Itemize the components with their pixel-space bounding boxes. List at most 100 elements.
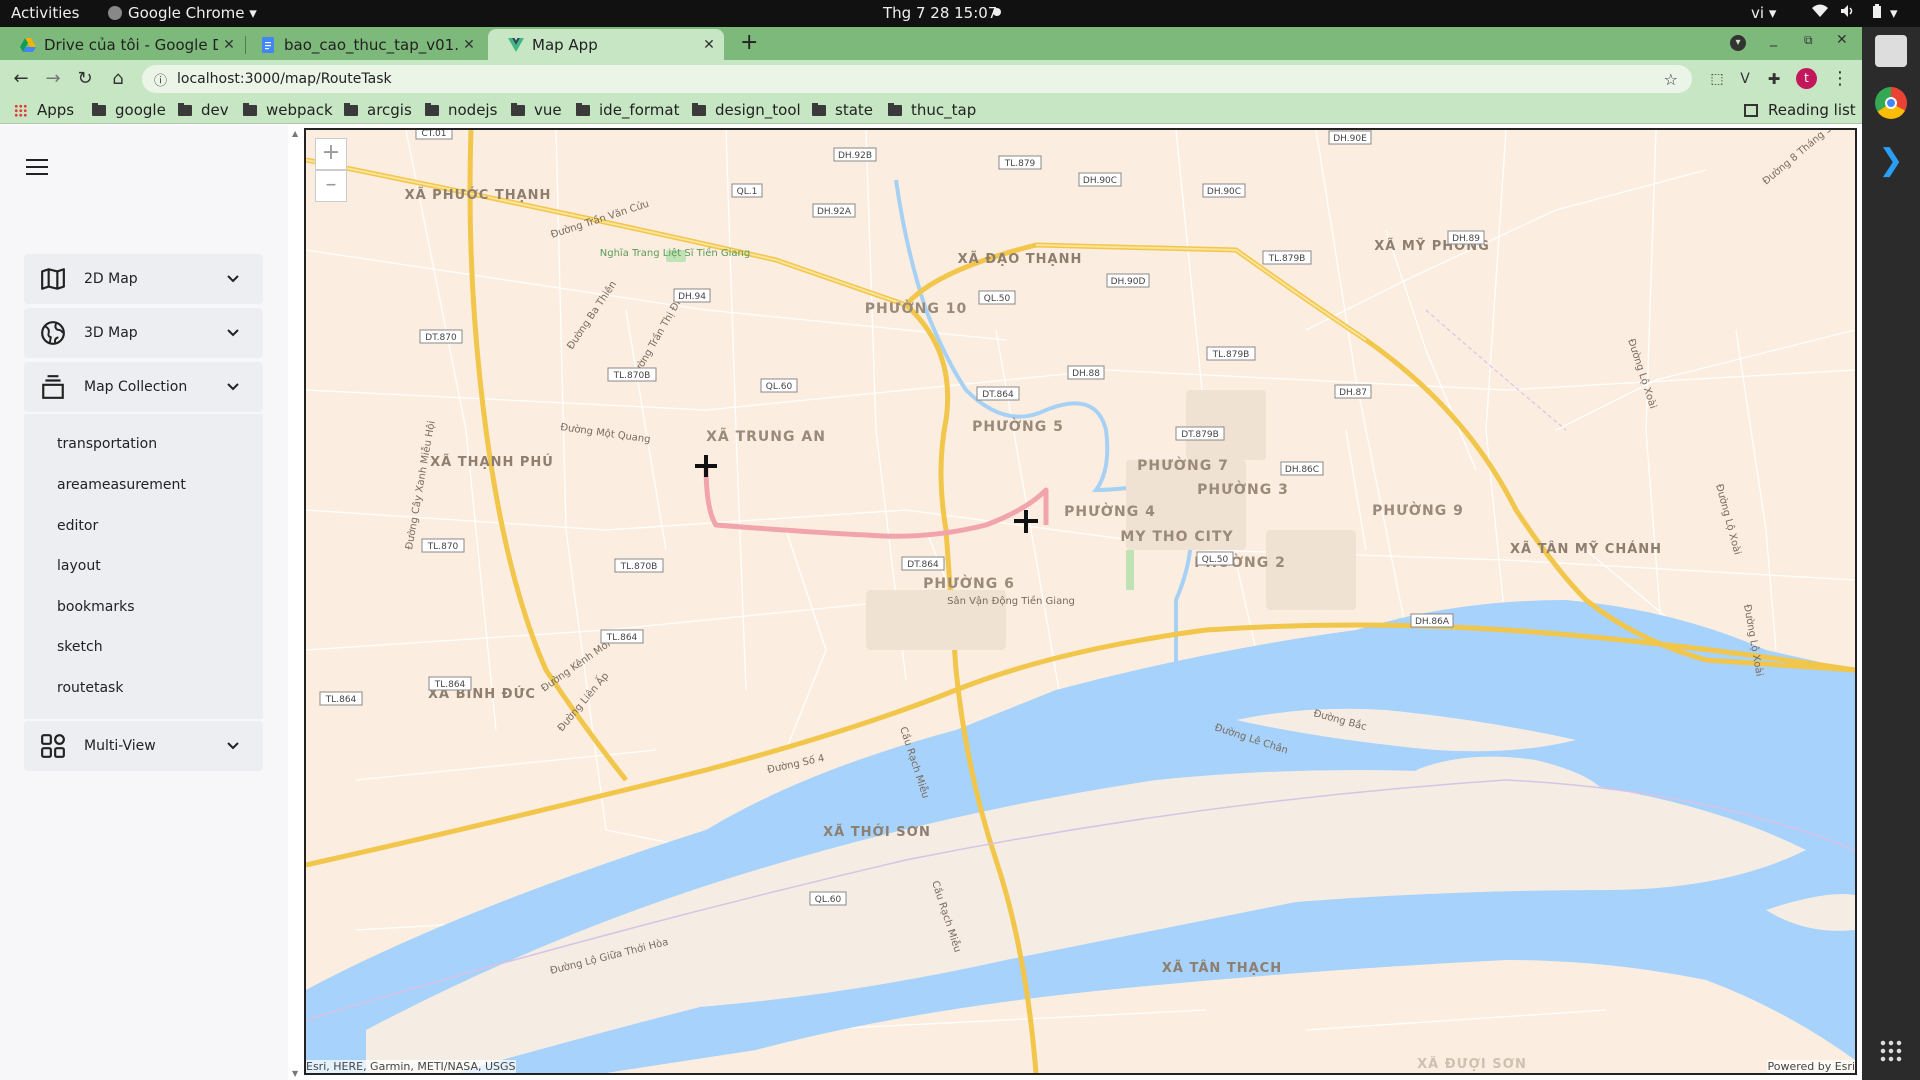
collection-item-routetask[interactable]: routetask (57, 680, 123, 696)
map-label-place: XÃ THỚI SƠN (823, 824, 931, 840)
sidebar-group-multi-view[interactable]: Multi-View (24, 721, 263, 771)
bookmark-folder[interactable]: ide_format (576, 101, 679, 119)
collection-item-bookmarks[interactable]: bookmarks (57, 599, 135, 615)
bookmark-label: state (835, 101, 873, 119)
map-label-street: Đường Lộ Xoài (1625, 337, 1659, 410)
extensions-puzzle-icon[interactable]: ✚ (1762, 67, 1786, 91)
collection-item-layout[interactable]: layout (57, 558, 101, 574)
road-shield-label: DH.90D (1111, 277, 1146, 287)
chevron-down-icon (227, 275, 239, 283)
bookmark-folder[interactable]: arcgis (344, 101, 412, 119)
vscode-icon[interactable]: ❯ (1875, 145, 1907, 177)
volume-icon[interactable] (1840, 4, 1856, 22)
bookmark-label: thuc_tap (911, 101, 977, 119)
app-menu[interactable]: Google Chrome ▾ (108, 4, 257, 22)
page-scrollbar[interactable]: ▲ ▼ (288, 125, 304, 1080)
files-icon[interactable] (1875, 35, 1907, 67)
tab-bao-cao-doc[interactable]: bao_cao_thuc_tap_v01.do ✕ (240, 29, 484, 60)
new-tab-button[interactable]: + (740, 30, 758, 55)
folder-icon (243, 102, 257, 116)
bookmark-label: design_tool (715, 101, 801, 119)
scroll-up-arrow-icon[interactable]: ▲ (292, 129, 298, 138)
reading-list[interactable]: Reading list (1744, 101, 1856, 119)
collection-item-areameasurement[interactable]: areameasurement (57, 477, 186, 493)
layers-icon (42, 375, 64, 399)
address-bar[interactable]: ⓘ localhost:3000/map/RouteTask ☆ (142, 65, 1692, 93)
road-shield-label: TL.879B (1212, 350, 1250, 360)
ext-cast-icon[interactable]: ⬚ (1705, 67, 1729, 91)
powered-by-esri[interactable]: Powered by Esri (1767, 1060, 1855, 1073)
chrome-menu-icon[interactable]: ⋮ (1828, 67, 1852, 91)
map-label-place: XÃ ĐẠO THẠNH (958, 251, 1083, 267)
profile-avatar[interactable]: t (1796, 68, 1817, 89)
clock[interactable]: Thg 7 28 15:07 (883, 4, 997, 22)
bookmark-folder[interactable]: state (812, 101, 873, 119)
globe-icon (41, 321, 65, 345)
map-label-poi: Nghĩa Trang Liệt Sĩ Tiền Giang (600, 247, 751, 259)
bookmark-folder[interactable]: thuc_tap (888, 101, 976, 119)
bookmark-folder[interactable]: vue (511, 101, 562, 119)
close-window-icon[interactable]: ✕ (1836, 32, 1848, 48)
bookmark-folder[interactable]: dev (178, 101, 229, 119)
map-label-ward: PHƯỜNG 6 (923, 574, 1015, 592)
chrome-icon[interactable] (1875, 87, 1907, 119)
sidebar-group-2d-map[interactable]: 2D Map (24, 254, 263, 304)
map-label-city: MY THO CITY (1120, 529, 1233, 545)
folder-icon (92, 102, 106, 116)
restore-icon[interactable]: ⧉ (1804, 33, 1813, 48)
map-label-ward: PHƯỜNG 9 (1372, 501, 1464, 519)
road-shield-label: DH.94 (678, 292, 706, 302)
zoom-out-button[interactable]: – (315, 170, 347, 202)
minimize-icon[interactable]: _ (1770, 31, 1777, 47)
tab-close-icon[interactable]: ✕ (698, 37, 720, 53)
map-label-street: Đường Cây Xanh Miễu Hội (402, 420, 437, 551)
show-applications-icon[interactable] (1879, 1039, 1903, 1063)
road-shield-label: DT.879B (1181, 430, 1219, 440)
hamburger-menu-icon[interactable] (26, 159, 48, 177)
browser-toolbar: ← → ↻ ⌂ ⓘ localhost:3000/map/RouteTask ☆… (0, 60, 1862, 97)
bookmark-apps[interactable]: Apps (14, 101, 74, 119)
road-shield-label: DH.88 (1072, 369, 1100, 379)
tab-close-icon[interactable]: ✕ (458, 37, 480, 53)
map-view[interactable]: XÃ PHƯỚC THẠNH XÃ ĐẠO THẠNH XÃ MỸ PHONG … (304, 128, 1857, 1075)
vue-devtools-icon[interactable]: V (1733, 67, 1757, 91)
input-language[interactable]: vi ▾ (1751, 4, 1776, 22)
scroll-down-arrow-icon[interactable]: ▼ (292, 1069, 298, 1078)
tab-search-icon[interactable]: ▾ (1730, 35, 1746, 51)
back-arrow-icon[interactable]: ← (9, 67, 33, 91)
app-menu-label: Google Chrome (128, 4, 245, 22)
collection-item-transportation[interactable]: transportation (57, 436, 157, 452)
battery-icon[interactable] (1872, 4, 1882, 23)
bookmark-folder[interactable]: nodejs (425, 101, 497, 119)
wifi-icon[interactable] (1812, 4, 1828, 22)
bookmark-folder[interactable]: design_tool (692, 101, 801, 119)
forward-arrow-icon[interactable]: → (41, 67, 65, 91)
bookmark-star-icon[interactable]: ☆ (1664, 70, 1678, 89)
sidebar-group-label: 2D Map (84, 271, 138, 287)
reload-icon[interactable]: ↻ (73, 67, 97, 91)
tab-map-app[interactable]: Map App ✕ (488, 29, 724, 60)
collection-item-sketch[interactable]: sketch (57, 639, 103, 655)
road-shield-label: TL.864 (325, 695, 357, 705)
tab-google-drive[interactable]: Drive của tôi - Google Dri ✕ (0, 29, 244, 60)
map-collection-list: transportation areameasurement editor la… (24, 414, 263, 719)
folder-icon (425, 102, 439, 116)
road-shield-label: DH.87 (1339, 388, 1367, 398)
bookmark-folder[interactable]: webpack (243, 101, 333, 119)
home-icon[interactable]: ⌂ (106, 67, 130, 91)
sidebar-group-label: Map Collection (84, 379, 188, 395)
system-menu-caret-icon[interactable]: ▾ (1890, 4, 1898, 22)
route-start-marker[interactable] (695, 455, 717, 477)
site-info-icon[interactable]: ⓘ (154, 70, 167, 89)
road-shield-label: DH.90C (1083, 176, 1117, 186)
map-attribution[interactable]: Esri, HERE, Garmin, METI/NASA, USGS (306, 1060, 516, 1073)
sidebar-group-3d-map[interactable]: 3D Map (24, 308, 263, 358)
activities-button[interactable]: Activities (11, 4, 79, 22)
tab-close-icon[interactable]: ✕ (218, 37, 240, 53)
sidebar-group-map-collection[interactable]: Map Collection (24, 362, 263, 412)
road-shield-label: DH.90E (1333, 134, 1367, 144)
zoom-in-button[interactable]: + (315, 138, 347, 170)
bookmark-folder[interactable]: google (92, 101, 166, 119)
collection-item-editor[interactable]: editor (57, 518, 98, 534)
bookmark-label: nodejs (448, 101, 498, 119)
